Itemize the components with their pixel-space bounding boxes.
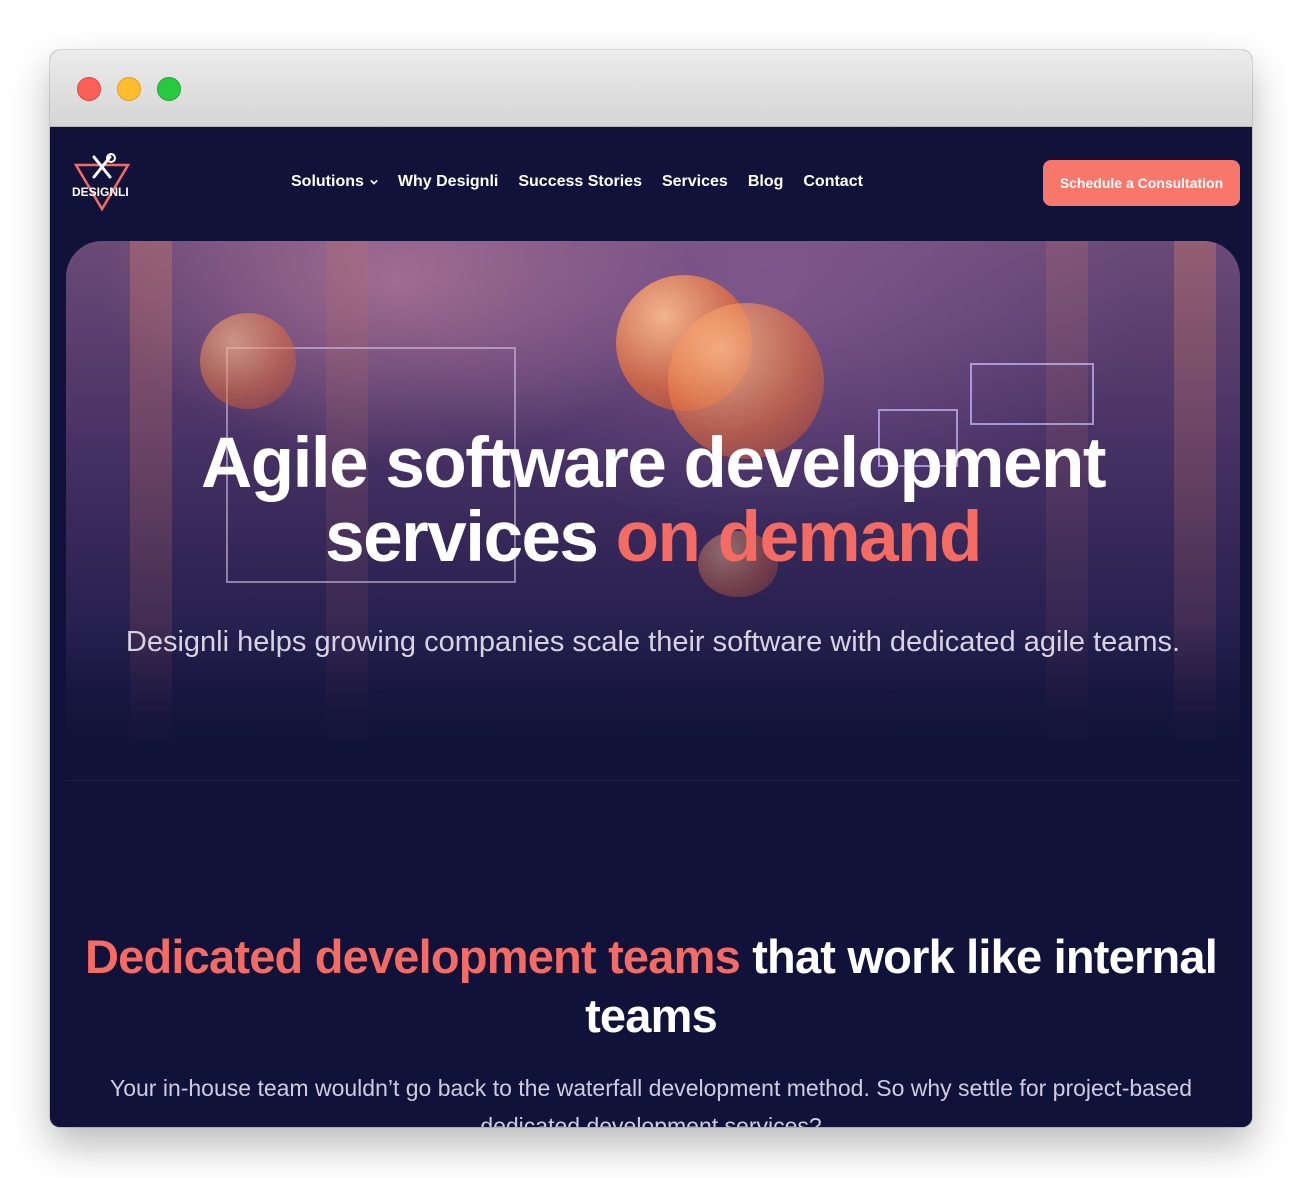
nav-solutions-label: Solutions	[291, 173, 364, 190]
schedule-consultation-button[interactable]: Schedule a Consultation	[1043, 160, 1240, 206]
close-window-button[interactable]	[77, 77, 101, 101]
section-heading: Dedicated development teams that work li…	[70, 927, 1232, 1045]
main-nav: Solutions Why Designli Success Stories S…	[291, 173, 883, 191]
hero-title-line1: Agile software development	[201, 424, 1106, 503]
webpage: DESIGNLI Solutions Why Designli Success …	[50, 127, 1252, 1127]
logo-text: DESIGNLI	[72, 185, 129, 199]
hero-title-plain: services	[325, 498, 616, 577]
chevron-down-icon	[370, 179, 378, 185]
hero-subtitle: Designli helps growing companies scale t…	[125, 626, 1181, 658]
nav-solutions[interactable]: Solutions	[291, 173, 378, 191]
nav-services[interactable]: Services	[662, 173, 728, 191]
window-titlebar	[50, 50, 1252, 127]
maximize-window-button[interactable]	[157, 77, 181, 101]
nav-why-designli[interactable]: Why Designli	[398, 173, 498, 191]
nav-blog[interactable]: Blog	[748, 173, 784, 191]
hero-title-line2: services on demand	[66, 501, 1240, 575]
section-divider	[66, 780, 1240, 781]
hero-title-accent: on demand	[615, 498, 983, 577]
minimize-window-button[interactable]	[117, 77, 141, 101]
browser-window: DESIGNLI Solutions Why Designli Success …	[50, 50, 1252, 1127]
designli-logo[interactable]: DESIGNLI	[70, 151, 134, 215]
nav-contact[interactable]: Contact	[803, 173, 863, 191]
hero-section: Agile software development services on d…	[66, 241, 1240, 781]
section-heading-accent: Dedicated development teams	[85, 930, 741, 983]
section-body: Your in-house team wouldn’t go back to t…	[109, 1075, 1193, 1127]
hero-title: Agile software development services on d…	[66, 427, 1240, 575]
logo-mark-icon	[73, 153, 131, 212]
nav-success-stories[interactable]: Success Stories	[518, 173, 642, 191]
